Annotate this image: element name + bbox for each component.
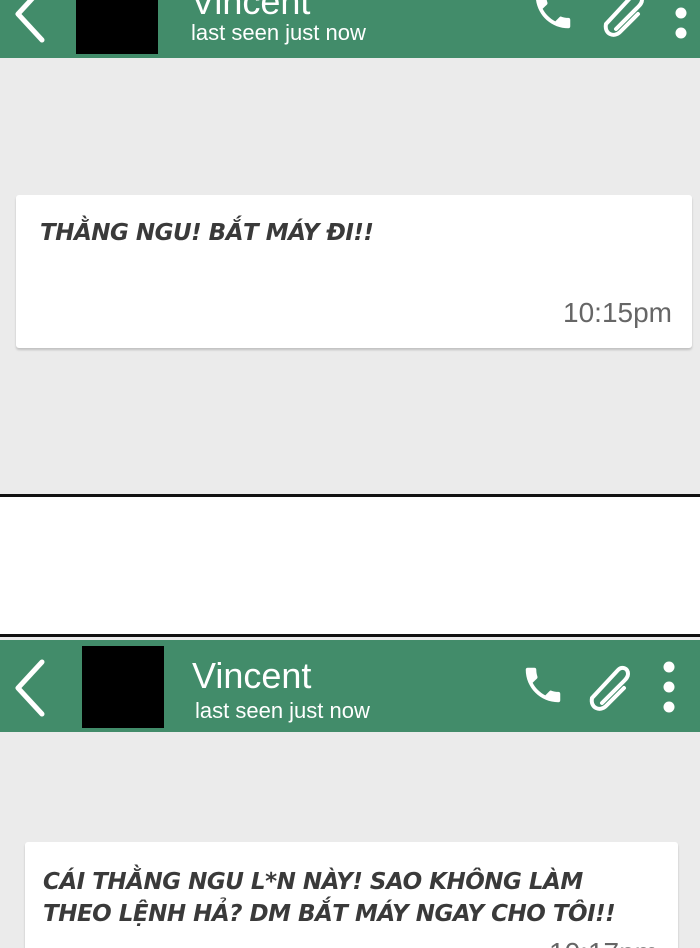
contact-name[interactable]: Vincent [191,0,310,22]
message-time: 10:17pm [549,937,658,948]
message-time: 10:15pm [563,297,672,328]
message-text: THẰNG NGU! BẮT MÁY ĐI!! [40,220,374,246]
chat-screenshot-1: Vincent last seen just now THẰNG NGU! BẮ… [0,0,700,494]
chat-header: Vincent last seen just now [0,640,700,732]
message-text: CÁI THẰNG NGU L*N NÀY! SAO KHÔNG LÀM THE… [43,869,616,927]
back-icon[interactable] [12,0,48,46]
contact-status: last seen just now [195,698,370,723]
chat-screenshot-2: Vincent last seen just now CÁI THẰNG NGU… [0,637,700,948]
phone-icon[interactable] [520,662,566,708]
more-vert-icon[interactable] [672,0,690,40]
avatar[interactable] [76,0,158,54]
message-bubble[interactable]: THẰNG NGU! BẮT MÁY ĐI!! 10:15pm [16,195,692,348]
chat-header: Vincent last seen just now [0,0,700,58]
more-vert-icon[interactable] [660,660,678,714]
paperclip-icon[interactable] [584,658,636,712]
message-bubble[interactable]: CÁI THẰNG NGU L*N NÀY! SAO KHÔNG LÀM THE… [25,842,678,948]
back-icon[interactable] [12,656,48,720]
paperclip-icon[interactable] [598,0,650,38]
contact-status: last seen just now [191,20,366,45]
panel-gutter [0,497,700,635]
avatar[interactable] [82,646,164,728]
phone-icon[interactable] [530,0,576,34]
contact-name[interactable]: Vincent [192,656,311,696]
